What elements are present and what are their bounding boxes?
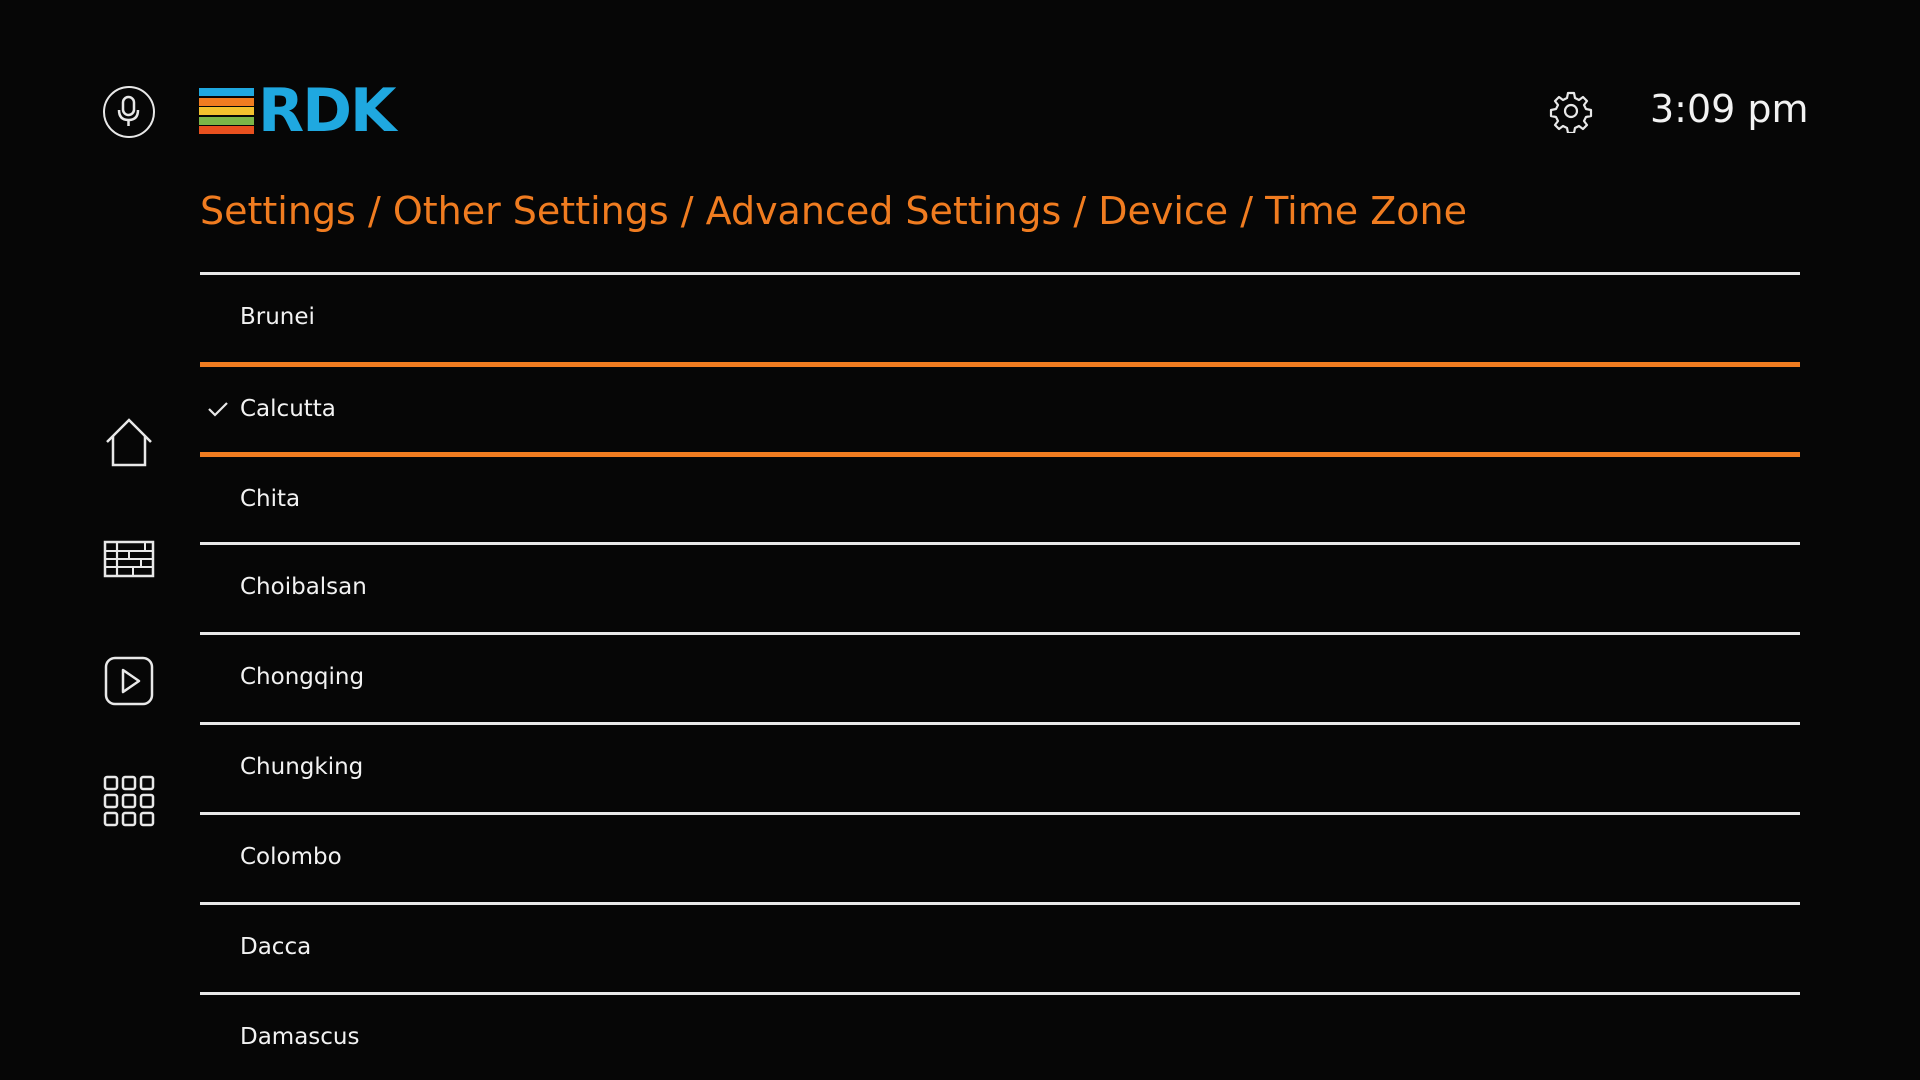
- apps-grid-icon: [103, 775, 155, 827]
- timezone-item-chungking[interactable]: Chungking: [200, 722, 1800, 812]
- logo-bar: [199, 116, 254, 125]
- timezone-label: Chita: [240, 486, 301, 512]
- breadcrumb: Settings / Other Settings / Advanced Set…: [200, 189, 1467, 233]
- home-icon: [106, 418, 152, 467]
- timezone-label: Chongqing: [240, 664, 365, 690]
- logo-bar: [199, 88, 254, 96]
- timezone-item-choibalsan[interactable]: Choibalsan: [200, 542, 1800, 632]
- logo-bar: [199, 107, 254, 115]
- timezone-item-dacca[interactable]: Dacca: [200, 902, 1800, 992]
- home-button[interactable]: [103, 416, 155, 468]
- timezone-item-brunei[interactable]: Brunei: [200, 272, 1800, 362]
- timezone-label: Dacca: [240, 934, 312, 960]
- timezone-label: Choibalsan: [240, 574, 367, 600]
- microphone-button[interactable]: [103, 86, 155, 138]
- logo-bar: [199, 126, 254, 134]
- timezone-item-chongqing[interactable]: Chongqing: [200, 632, 1800, 722]
- timezone-label: Brunei: [240, 304, 315, 330]
- timezone-item-calcutta[interactable]: Calcutta: [200, 362, 1800, 452]
- apps-button[interactable]: [103, 775, 155, 827]
- logo-bar: [199, 97, 254, 106]
- play-icon: [104, 656, 154, 706]
- guide-grid-icon: [103, 540, 155, 578]
- timezone-list: Brunei Calcutta Chita Choibalsan Chongqi…: [200, 272, 1800, 1080]
- checkmark-icon: [208, 402, 228, 417]
- microphone-icon: [117, 95, 140, 126]
- timezone-label: Damascus: [240, 1024, 360, 1050]
- timezone-label: Colombo: [240, 844, 342, 870]
- timezone-label: Calcutta: [240, 396, 336, 422]
- settings-button[interactable]: [1549, 89, 1593, 135]
- clock: 3:09 pm: [1650, 87, 1809, 131]
- timezone-item-chita[interactable]: Chita: [200, 452, 1800, 542]
- gear-icon: [1549, 91, 1593, 135]
- rdk-logo: RDK: [199, 76, 429, 146]
- logo-text: RDK: [258, 76, 396, 146]
- guide-button[interactable]: [103, 538, 155, 590]
- timezone-item-colombo[interactable]: Colombo: [200, 812, 1800, 902]
- timezone-label: Chungking: [240, 754, 364, 780]
- timezone-item-damascus[interactable]: Damascus: [200, 992, 1800, 1080]
- logo-bars: [199, 88, 254, 134]
- settings-screen: RDK 3:09 pm Settings / Other Settings / …: [0, 0, 1920, 1080]
- play-button[interactable]: [103, 655, 155, 707]
